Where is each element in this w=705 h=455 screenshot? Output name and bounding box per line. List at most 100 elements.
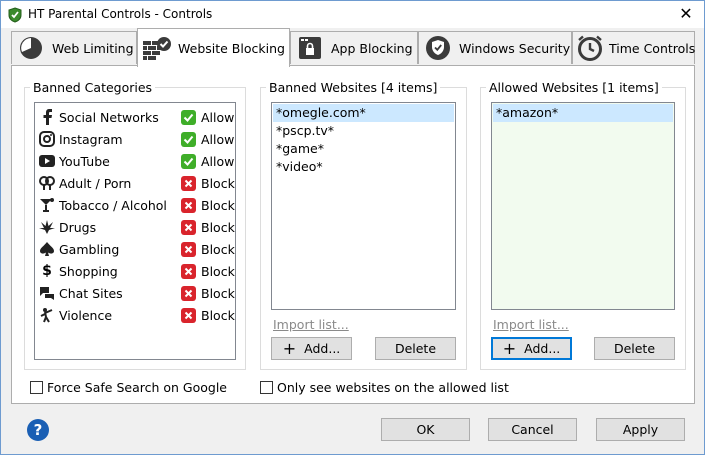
- title-bar: HT Parental Controls - Controls ✕: [1, 1, 704, 28]
- category-status[interactable]: Block: [201, 220, 235, 235]
- category-row[interactable]: $ Shopping Block: [35, 261, 235, 283]
- import-list-link[interactable]: Import list...: [493, 317, 569, 332]
- list-item[interactable]: *pscp.tv*: [273, 122, 334, 140]
- category-row[interactable]: Instagram Allow: [35, 129, 235, 151]
- instagram-icon: [39, 131, 55, 147]
- brick-wall-check-icon: [142, 34, 172, 62]
- only-allowed-option[interactable]: Only see websites on the allowed list: [260, 380, 509, 395]
- category-label: Drugs: [59, 220, 97, 235]
- add-banned-button[interactable]: + Add...: [271, 337, 352, 360]
- category-label: Violence: [59, 308, 113, 323]
- allow-check-icon: [181, 132, 196, 147]
- tab-windows-security[interactable]: Windows Security: [418, 31, 572, 64]
- list-item[interactable]: *amazon*: [493, 104, 673, 122]
- force-safe-search-checkbox[interactable]: [30, 381, 43, 394]
- category-row[interactable]: Gambling Block: [35, 239, 235, 261]
- category-label: Chat Sites: [59, 286, 123, 301]
- tab-strip: Web Limiting Website Blocking App Blocki…: [11, 28, 695, 67]
- category-label: YouTube: [59, 154, 110, 169]
- plus-icon: +: [502, 338, 517, 358]
- ok-button[interactable]: OK: [381, 418, 470, 441]
- category-label: Gambling: [59, 242, 120, 257]
- category-status[interactable]: Allow: [201, 154, 234, 169]
- category-row[interactable]: Violence Block: [35, 305, 235, 327]
- category-label: Social Networks: [59, 110, 159, 125]
- category-row[interactable]: Drugs Block: [35, 217, 235, 239]
- block-x-icon: [181, 264, 196, 279]
- category-status[interactable]: Allow: [201, 110, 234, 125]
- category-row[interactable]: Adult / Porn Block: [35, 173, 235, 195]
- banned-categories-group: Banned Categories Social Networks Allow …: [24, 80, 246, 370]
- allowed-websites-list[interactable]: *amazon*: [491, 102, 675, 310]
- tab-app-blocking[interactable]: App Blocking: [290, 31, 418, 64]
- delete-banned-button[interactable]: Delete: [375, 337, 456, 360]
- category-status[interactable]: Block: [201, 308, 235, 323]
- close-icon[interactable]: ✕: [676, 4, 696, 24]
- fighter-icon: [39, 307, 55, 323]
- category-label: Tobacco / Alcohol: [59, 198, 167, 213]
- controls-window: HT Parental Controls - Controls ✕ Web Li…: [0, 0, 705, 455]
- category-row[interactable]: Tobacco / Alcohol Block: [35, 195, 235, 217]
- banned-websites-group: Banned Websites [4 items] *omegle.com* *…: [260, 80, 467, 370]
- chat-bubbles-icon: [39, 285, 55, 301]
- list-item[interactable]: *video*: [273, 158, 323, 176]
- window-title: HT Parental Controls - Controls: [28, 7, 213, 21]
- adult-icon: [39, 175, 55, 191]
- youtube-icon: [39, 153, 55, 169]
- category-label: Instagram: [59, 132, 123, 147]
- button-label: Cancel: [511, 422, 554, 437]
- category-label: Adult / Porn: [59, 176, 132, 191]
- category-status[interactable]: Block: [201, 242, 235, 257]
- force-safe-search-label: Force Safe Search on Google: [47, 380, 227, 395]
- facebook-icon: [39, 109, 55, 125]
- force-safe-search-option[interactable]: Force Safe Search on Google: [30, 380, 227, 395]
- add-allowed-button[interactable]: + Add...: [491, 337, 572, 360]
- category-status[interactable]: Block: [201, 176, 235, 191]
- website-blocking-panel: Banned Categories Social Networks Allow …: [11, 65, 695, 404]
- category-status[interactable]: Block: [201, 198, 235, 213]
- button-label: Delete: [394, 341, 437, 356]
- leaf-icon: [39, 219, 55, 235]
- category-label: Shopping: [59, 264, 118, 279]
- tab-website-blocking[interactable]: Website Blocking: [137, 28, 290, 67]
- category-status[interactable]: Block: [201, 264, 235, 279]
- list-item[interactable]: *game*: [273, 140, 324, 158]
- shield-check-icon: [423, 34, 453, 62]
- apply-button[interactable]: Apply: [596, 418, 685, 441]
- category-row[interactable]: YouTube Allow: [35, 151, 235, 173]
- block-x-icon: [181, 242, 196, 257]
- block-x-icon: [181, 286, 196, 301]
- clock-pie-icon: [16, 34, 46, 62]
- allow-check-icon: [181, 110, 196, 125]
- list-item[interactable]: *omegle.com*: [273, 104, 454, 122]
- only-allowed-checkbox[interactable]: [260, 381, 273, 394]
- block-x-icon: [181, 198, 196, 213]
- plus-icon: +: [282, 338, 297, 358]
- delete-allowed-button[interactable]: Delete: [594, 337, 675, 360]
- tab-label: App Blocking: [331, 40, 413, 56]
- allow-check-icon: [181, 154, 196, 169]
- tab-label: Time Controls: [609, 40, 696, 56]
- banned-websites-list[interactable]: *omegle.com* *pscp.tv* *game* *video*: [271, 102, 456, 310]
- tab-time-controls[interactable]: Time Controls: [572, 31, 695, 64]
- help-icon[interactable]: ?: [27, 419, 49, 441]
- allowed-websites-group: Allowed Websites [1 items] *amazon* Impo…: [480, 80, 686, 370]
- allowed-websites-title: Allowed Websites [1 items]: [486, 80, 662, 95]
- tab-label: Web Limiting: [52, 40, 134, 56]
- category-status[interactable]: Allow: [201, 132, 234, 147]
- only-allowed-label: Only see websites on the allowed list: [277, 380, 509, 395]
- tab-label: Windows Security: [459, 40, 571, 56]
- category-status[interactable]: Block: [201, 286, 235, 301]
- button-label: Add...: [524, 341, 561, 356]
- cancel-button[interactable]: Cancel: [488, 418, 577, 441]
- import-list-link[interactable]: Import list...: [273, 317, 349, 332]
- clock-icon: [577, 34, 603, 62]
- button-label: Apply: [622, 422, 659, 437]
- app-window-lock-icon: [295, 34, 325, 62]
- category-row[interactable]: Chat Sites Block: [35, 283, 235, 305]
- banned-categories-title: Banned Categories: [30, 80, 156, 95]
- block-x-icon: [181, 176, 196, 191]
- tab-web-limiting[interactable]: Web Limiting: [11, 31, 137, 64]
- categories-list[interactable]: Social Networks Allow Instagram Allow Yo…: [34, 102, 236, 360]
- category-row[interactable]: Social Networks Allow: [35, 107, 235, 129]
